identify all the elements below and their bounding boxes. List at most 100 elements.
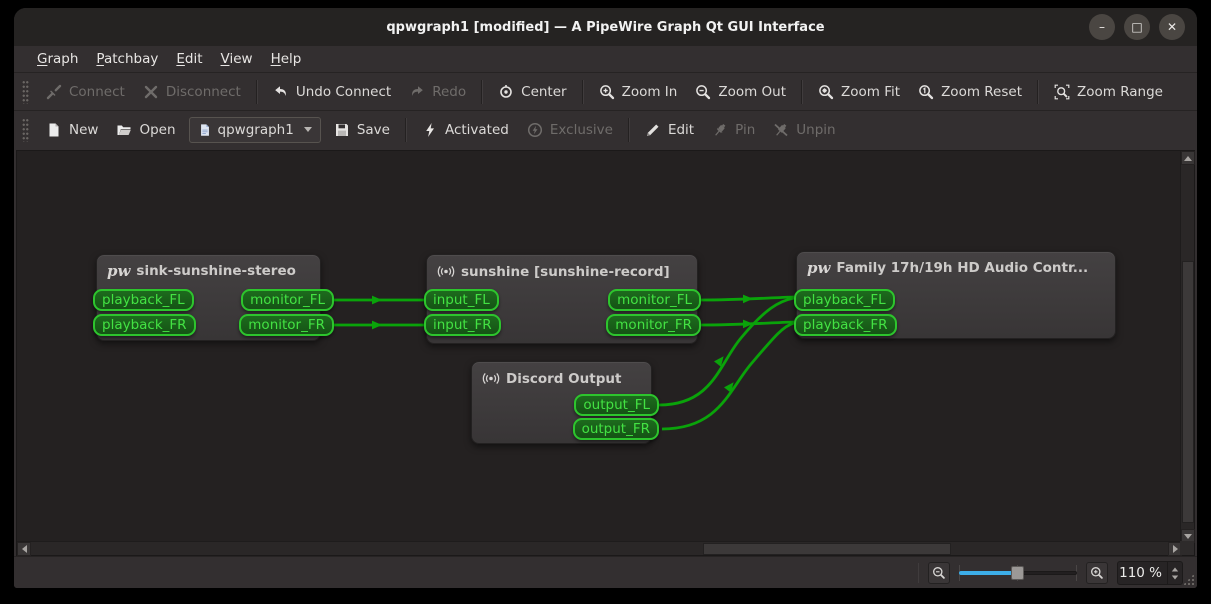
port-discord-output-fl[interactable]: output_FL [574,394,659,416]
pin-label: Pin [735,122,755,138]
menu-help[interactable]: Help [262,48,311,70]
spin-buttons[interactable] [1167,562,1182,584]
menubar: Graph Patchbay Edit View Help [14,46,1197,72]
maximize-button[interactable]: □ [1124,14,1150,40]
disconnect-button[interactable]: Disconnect [134,78,250,106]
graph-viewport[interactable]: pw sink-sunshine-stereo playback_FL play… [17,151,1182,543]
port-family-playback-fl[interactable]: playback_FL [794,289,895,311]
scroll-up-button[interactable] [1181,151,1195,165]
zoom-out-label: Zoom Out [718,84,786,100]
port-discord-output-fr[interactable]: output_FR [573,418,659,440]
minimize-button[interactable]: – [1089,14,1115,40]
toolbar-drag-handle[interactable] [22,80,29,104]
titlebar[interactable]: qpwgraph1 [modified] — A PipeWire Graph … [14,8,1197,46]
chevron-down-icon [304,127,312,132]
undo-connect-button[interactable]: Undo Connect [264,78,400,106]
wire-sunshine-to-family-fr [701,322,794,325]
slider-fill [959,571,1015,575]
activated-bolt-icon [422,122,438,138]
port-sunshine-monitor-fr[interactable]: monitor_FR [606,314,701,336]
exclusive-button[interactable]: Exclusive [518,116,622,144]
close-button[interactable]: ✕ [1159,14,1185,40]
new-button[interactable]: New [37,116,107,144]
open-button[interactable]: Open [107,116,184,144]
zoom-in-label: Zoom In [622,84,678,100]
resize-grip[interactable] [1183,574,1194,585]
center-button[interactable]: Center [489,78,575,106]
save-button[interactable]: Save [325,116,399,144]
menu-patchbay[interactable]: Patchbay [87,48,167,70]
triangle-left-icon [22,545,27,553]
horizontal-scrollbar[interactable] [17,541,1182,555]
toolbar-drag-handle[interactable] [22,118,29,142]
activated-button[interactable]: Activated [413,116,518,144]
menu-view[interactable]: View [212,48,262,70]
port-sunshine-input-fr[interactable]: input_FR [424,314,501,336]
vertical-scrollbar[interactable] [1180,151,1194,543]
unpin-button[interactable]: Unpin [764,116,844,144]
port-sunshine-input-fl[interactable]: input_FL [424,289,499,311]
disconnect-label: Disconnect [166,84,241,100]
exclusive-bolt-icon [527,122,543,138]
connect-button[interactable]: Connect [37,78,134,106]
zoom-spinbox[interactable]: 110 % [1117,561,1183,585]
zoom-fit-button[interactable]: Zoom Fit [809,78,909,106]
menu-graph[interactable]: Graph [28,48,87,70]
scroll-left-button[interactable] [17,542,31,556]
port-sunshine-monitor-fl[interactable]: monitor_FL [608,289,701,311]
wire-arrow [743,295,753,304]
open-folder-icon [116,122,132,138]
connect-label: Connect [69,84,125,100]
save-icon [334,122,350,138]
zoom-fit-label: Zoom Fit [841,84,900,100]
spin-down-icon[interactable] [1172,575,1178,579]
zoom-reset-button[interactable]: Zoom Reset [909,78,1031,106]
port-family-playback-fr[interactable]: playback_FR [794,314,897,336]
toolbar-separator [405,118,407,142]
pin-button[interactable]: Pin [703,116,764,144]
patchbay-file-icon [198,123,212,137]
menu-edit[interactable]: Edit [167,48,211,70]
scrollbar-corner [1180,541,1194,555]
save-label: Save [357,122,390,138]
zoom-reset-icon [918,84,934,100]
edit-button[interactable]: Edit [636,116,703,144]
port-sink-monitor-fl[interactable]: monitor_FL [241,289,334,311]
node-header[interactable]: sunshine [sunshine-record] [427,255,697,286]
graph-canvas[interactable]: pw sink-sunshine-stereo playback_FL play… [16,150,1195,556]
pin-icon [712,122,728,138]
zoom-fit-icon [818,84,834,100]
zoom-in-button[interactable]: Zoom In [590,78,687,106]
zoom-slider[interactable] [959,563,1077,583]
slider-handle[interactable] [1011,566,1024,580]
port-sink-monitor-fr[interactable]: monitor_FR [239,314,334,336]
zoom-out-button[interactable]: Zoom Out [686,78,795,106]
port-sink-playback-fl[interactable]: playback_FL [93,289,194,311]
wire-arrow [743,320,753,329]
node-header[interactable]: Discord Output [472,362,651,393]
redo-button[interactable]: Redo [400,78,475,106]
zoom-out-small-button[interactable] [928,562,950,584]
node-title: sink-sunshine-stereo [136,263,296,279]
new-label: New [69,122,98,138]
horizontal-scrollbar-thumb[interactable] [703,543,951,555]
activated-label: Activated [445,122,509,138]
undo-connect-label: Undo Connect [296,84,391,100]
vertical-scrollbar-thumb[interactable] [1182,261,1194,523]
toolbar-main: Connect Disconnect Undo Connect Redo [14,72,1197,110]
connection-wires [17,151,1182,543]
stream-icon [482,370,500,387]
node-header[interactable]: pw sink-sunshine-stereo [97,255,320,285]
zoom-range-button[interactable]: Zoom Range [1045,78,1172,106]
node-header[interactable]: pw Family 17h/19h HD Audio Contr... [797,252,1115,282]
toolbar-separator [582,80,584,104]
spin-up-icon[interactable] [1172,567,1178,571]
window-controls: – □ ✕ [1089,14,1185,40]
patchbay-file-dropdown[interactable]: qpwgraph1 [189,117,321,143]
port-sink-playback-fr[interactable]: playback_FR [93,314,196,336]
edit-label: Edit [668,122,694,138]
triangle-right-icon [1173,545,1178,553]
statusbar-separator [918,563,919,583]
toolbar-separator [481,80,483,104]
zoom-in-small-button[interactable] [1086,562,1108,584]
